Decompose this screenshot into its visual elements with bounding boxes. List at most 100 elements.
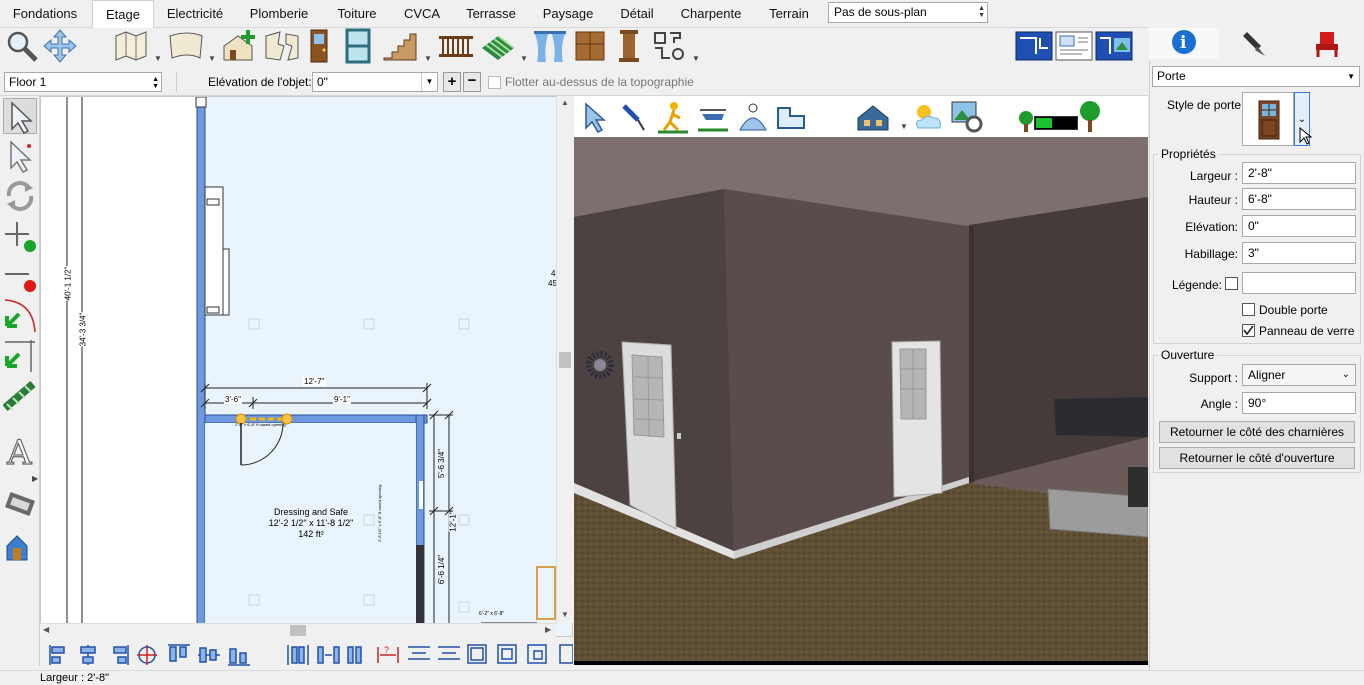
scroll-down-icon[interactable]: ▼: [561, 610, 569, 619]
support-select[interactable]: Aligner ⌄: [1242, 364, 1356, 386]
scroll-right-icon[interactable]: ▶: [545, 625, 551, 634]
floor-select[interactable]: Floor 1 ▲ ▼: [4, 72, 162, 92]
break-line-icon[interactable]: [3, 298, 37, 334]
scroll-up-icon[interactable]: ▲: [561, 98, 569, 107]
dropdown-arrow-icon[interactable]: ▼: [520, 54, 528, 63]
walkthrough-icon[interactable]: [656, 100, 690, 137]
object-type-select[interactable]: Porte ▼: [1152, 66, 1360, 87]
tab-paysage[interactable]: Paysage: [534, 0, 602, 28]
dropdown-arrow-icon[interactable]: ▼: [692, 54, 700, 63]
render-settings-icon[interactable]: [950, 100, 984, 137]
align-center-icon: [80, 645, 96, 665]
dropdown-arrow-icon[interactable]: ▼: [208, 54, 216, 63]
width-input[interactable]: 2'-8": [1242, 162, 1356, 184]
height-label: Hauteur :: [1188, 193, 1238, 207]
elevation-input[interactable]: 0" ▼: [312, 72, 438, 92]
double-door-checkbox[interactable]: [1242, 303, 1255, 316]
door-tool-icon[interactable]: [304, 28, 334, 64]
glass-panel-checkbox[interactable]: [1242, 324, 1255, 337]
column-icon[interactable]: [612, 28, 646, 64]
flip-opening-button[interactable]: Retourner le côté d'ouverture: [1159, 447, 1355, 469]
curtains-icon[interactable]: [532, 28, 568, 64]
floor-pattern-icon[interactable]: [478, 28, 518, 64]
furniture-tab[interactable]: [1292, 28, 1362, 59]
vertical-scroll-thumb[interactable]: [559, 352, 571, 368]
house-exterior-icon[interactable]: [856, 100, 890, 137]
text-tool-icon[interactable]: A: [3, 432, 37, 473]
rotate-icon[interactable]: [3, 178, 37, 214]
flip-hinge-button[interactable]: Retourner le côté des charnières: [1159, 421, 1355, 443]
info-tab[interactable]: i: [1149, 28, 1219, 59]
dollhouse-view-icon[interactable]: [736, 100, 770, 137]
window-tool-icon[interactable]: [342, 28, 374, 64]
tab-terrain[interactable]: Terrain: [758, 0, 820, 28]
symbol-library-icon[interactable]: [650, 28, 690, 64]
add-room-icon[interactable]: [220, 28, 260, 64]
delete-point-icon[interactable]: [3, 258, 37, 294]
railing-tool-icon[interactable]: [436, 28, 476, 64]
zoom-icon[interactable]: [4, 28, 40, 64]
tab-detail[interactable]: Détail: [610, 0, 664, 28]
legend-checkbox[interactable]: [1225, 277, 1238, 290]
add-point-icon[interactable]: [3, 218, 37, 254]
plan-view-icon[interactable]: [1014, 28, 1054, 64]
dropdown-arrow-icon[interactable]: ▶: [32, 474, 38, 483]
trim-input[interactable]: 3": [1242, 242, 1356, 264]
increment-button[interactable]: +: [443, 72, 461, 92]
plan-vertical-scrollbar[interactable]: ▲ ▼: [556, 96, 573, 623]
camera-film-icon[interactable]: [3, 486, 37, 522]
dim-right-label: 9'-1": [333, 395, 351, 404]
sun-weather-icon[interactable]: [910, 100, 944, 137]
3d-render-view[interactable]: [574, 137, 1148, 665]
multi-select-icon[interactable]: [3, 138, 37, 174]
legend-input[interactable]: [1242, 272, 1356, 294]
pen-style-tab[interactable]: [1221, 28, 1291, 59]
scroll-left-icon[interactable]: ◀: [43, 625, 49, 634]
subplan-select[interactable]: Pas de sous-plan ▲ ▼: [828, 2, 988, 23]
tab-etage[interactable]: Etage: [92, 0, 154, 29]
door-style-preview[interactable]: [1242, 92, 1294, 146]
curved-wall-icon[interactable]: [166, 28, 206, 64]
tab-terrasse[interactable]: Terrasse: [456, 0, 526, 28]
3d-select-icon[interactable]: [580, 100, 610, 137]
tree-icon[interactable]: [1018, 110, 1034, 135]
broken-wall-icon[interactable]: [262, 28, 302, 64]
align-tool-icons[interactable]: ?: [40, 637, 574, 671]
stairs-tool-icon[interactable]: [380, 28, 420, 64]
tab-toiture[interactable]: Toiture: [326, 0, 388, 28]
layout-view-icon[interactable]: [1054, 28, 1094, 64]
horizontal-scroll-thumb[interactable]: [290, 625, 306, 636]
plan-horizontal-scrollbar[interactable]: ◀ ▶: [40, 623, 556, 637]
pan-icon[interactable]: [42, 28, 78, 64]
chevron-down-icon[interactable]: ▼: [421, 73, 437, 91]
subplan-select-value: Pas de sous-plan: [834, 5, 927, 19]
tab-charpente[interactable]: Charpente: [672, 0, 750, 28]
tab-fondations[interactable]: Fondations: [0, 0, 90, 28]
angle-input[interactable]: 90°: [1242, 392, 1356, 414]
material-pattern-icon[interactable]: [2, 378, 37, 414]
dropdown-arrow-icon[interactable]: ▼: [900, 122, 908, 131]
room-label[interactable]: Dressing and Safe 12'-2 1/2" x 11'-8 1/2…: [241, 507, 381, 540]
cabinet-icon[interactable]: [572, 28, 608, 64]
3d-view-icon[interactable]: [1094, 28, 1134, 64]
wall-map-icon[interactable]: [112, 28, 152, 64]
height-input[interactable]: 6'-8": [1242, 188, 1356, 210]
tab-plomberie[interactable]: Plomberie: [240, 0, 318, 28]
tab-electricite[interactable]: Electricité: [158, 0, 232, 28]
aerial-view-icon[interactable]: [696, 100, 730, 137]
tree-large-icon[interactable]: [1078, 100, 1102, 135]
door-size-label: 2'-6" x 6'-8" ft cased opening: [235, 422, 286, 427]
dropdown-arrow-icon[interactable]: ▼: [154, 54, 162, 63]
decrement-button[interactable]: −: [463, 72, 481, 92]
dropdown-arrow-icon[interactable]: ▼: [424, 54, 432, 63]
float-topography-checkbox[interactable]: [488, 76, 501, 89]
join-line-icon[interactable]: [3, 338, 37, 374]
floor-plan-view[interactable]: 12'-7" 3'-6" 9'-1" 2'-6" x 6'-8" ft case…: [40, 96, 573, 637]
eyedropper-icon[interactable]: [618, 100, 648, 137]
tab-cvca[interactable]: CVCA: [396, 0, 448, 28]
floor-plan-camera-icon[interactable]: [774, 100, 808, 137]
home-camera-icon[interactable]: [3, 526, 37, 562]
elevation-field-input[interactable]: 0": [1242, 215, 1356, 237]
select-arrow-icon[interactable]: [3, 98, 37, 134]
growth-slider[interactable]: [1034, 116, 1078, 130]
